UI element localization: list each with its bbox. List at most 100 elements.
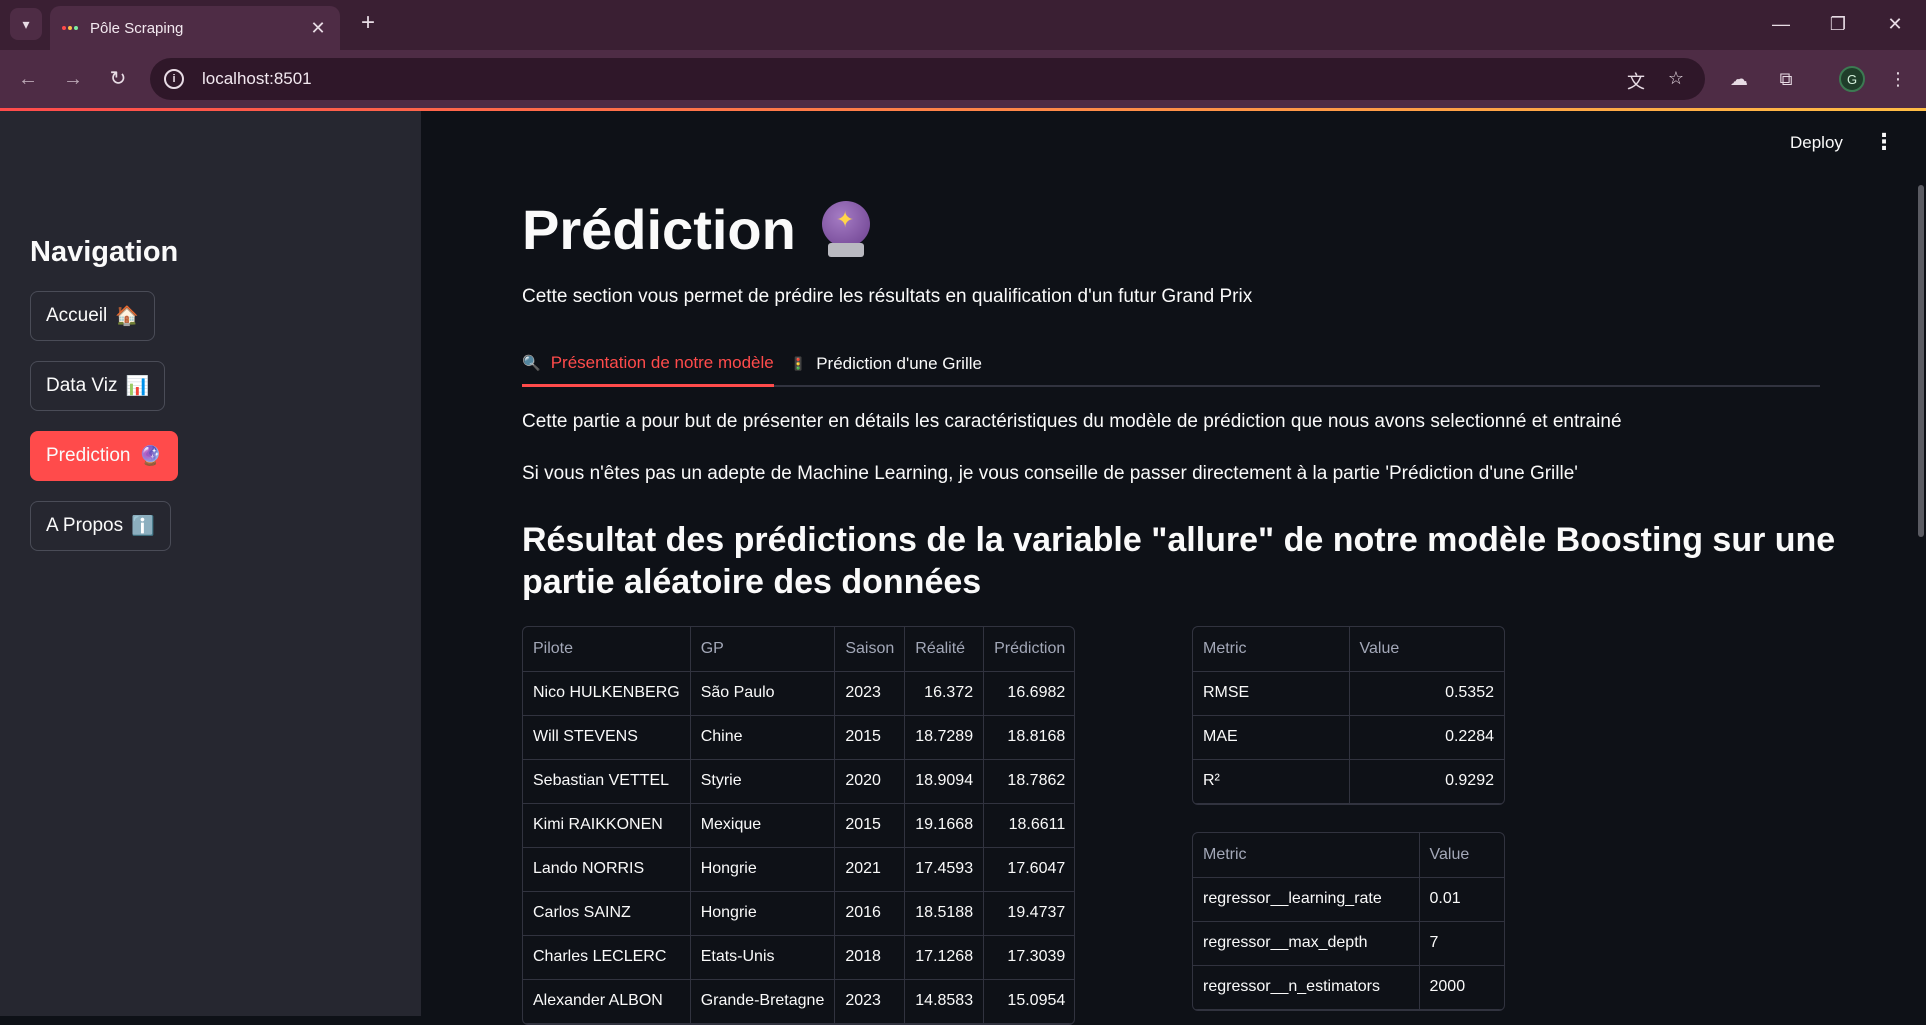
table-cell[interactable]: 2015 <box>834 715 906 760</box>
table-cell[interactable]: 18.7289 <box>904 715 985 760</box>
table-cell[interactable]: 2018 <box>834 935 906 980</box>
table-cell[interactable]: Etats-Unis <box>690 935 836 980</box>
nav-button-accueil[interactable]: Accueil 🏠 <box>30 291 155 341</box>
table-cell[interactable]: 18.8168 <box>983 715 1074 760</box>
table-cell[interactable]: 18.9094 <box>904 759 985 804</box>
table-row[interactable]: Lando NORRIS Hongrie 2021 17.4593 17.6047 <box>523 847 1074 892</box>
table-cell[interactable]: Lando NORRIS <box>523 847 691 892</box>
translate-icon[interactable]: 文 <box>1622 68 1650 92</box>
url-text[interactable]: localhost:8501 <box>202 69 312 89</box>
tab-presentation-modele[interactable]: 🔍 Présentation de notre modèle <box>522 341 774 387</box>
table-cell[interactable]: 15.0954 <box>983 979 1074 1024</box>
table-cell[interactable]: 16.372 <box>904 671 985 716</box>
table-cell[interactable]: Charles LECLERC <box>523 935 691 980</box>
back-icon[interactable]: ← <box>13 64 43 94</box>
table-row[interactable]: regressor__n_estimators 2000 <box>1193 965 1504 1010</box>
predictions-table[interactable]: Pilote GP Saison Réalité Prédiction Nico… <box>522 626 1075 1025</box>
table-cell[interactable]: 0.2284 <box>1349 715 1504 760</box>
column-header[interactable]: Value <box>1419 833 1504 878</box>
table-row[interactable]: MAE 0.2284 <box>1193 715 1504 760</box>
table-cell[interactable]: Styrie <box>690 759 836 804</box>
table-row[interactable]: Nico HULKENBERG São Paulo 2023 16.372 16.698… <box>523 671 1074 716</box>
table-row[interactable]: R² 0.9292 <box>1193 759 1504 804</box>
table-row[interactable]: regressor__learning_rate 0.01 <box>1193 877 1504 922</box>
table-cell[interactable]: 2016 <box>834 891 906 936</box>
table-cell[interactable]: regressor__learning_rate <box>1193 877 1420 922</box>
table-cell[interactable]: Hongrie <box>690 891 836 936</box>
table-cell[interactable]: 19.1668 <box>904 803 985 848</box>
table-cell[interactable]: 2015 <box>834 803 906 848</box>
forward-icon[interactable]: → <box>58 64 88 94</box>
table-cell[interactable]: regressor__max_depth <box>1193 921 1420 966</box>
column-header[interactable]: GP <box>690 627 836 672</box>
table-cell[interactable]: Alexander ALBON <box>523 979 691 1024</box>
restore-icon[interactable]: ❐ <box>1823 10 1853 38</box>
nav-button-data-viz[interactable]: Data Viz 📊 <box>30 361 166 411</box>
table-cell[interactable]: 18.5188 <box>904 891 985 936</box>
table-cell[interactable]: RMSE <box>1193 671 1350 716</box>
table-cell[interactable]: Sebastian VETTEL <box>523 759 691 804</box>
site-info-icon[interactable]: i <box>164 69 184 89</box>
hyperparameters-table[interactable]: Metric Value regressor__learning_rate 0.0… <box>1192 832 1505 1011</box>
table-cell[interactable]: 18.7862 <box>983 759 1074 804</box>
table-row[interactable]: Sebastian VETTEL Styrie 2020 18.9094 18.7862 <box>523 759 1074 804</box>
table-cell[interactable]: São Paulo <box>690 671 836 716</box>
table-cell[interactable]: 18.6611 <box>983 803 1074 848</box>
table-row[interactable]: Charles LECLERC Etats-Unis 2018 17.1268 17.3… <box>523 935 1074 980</box>
table-cell[interactable]: regressor__n_estimators <box>1193 965 1420 1010</box>
browser-menu-icon[interactable]: ⋮ <box>1884 65 1912 93</box>
new-tab-icon[interactable]: + <box>354 10 382 38</box>
main-menu-icon[interactable]: ⋮ <box>1873 129 1895 155</box>
table-cell[interactable]: 2023 <box>834 979 906 1024</box>
table-cell[interactable]: 16.6982 <box>983 671 1074 716</box>
table-cell[interactable]: 0.5352 <box>1349 671 1504 716</box>
table-cell[interactable]: 0.01 <box>1419 877 1504 922</box>
column-header[interactable]: Value <box>1349 627 1504 672</box>
table-row[interactable]: Carlos SAINZ Hongrie 2016 18.5188 19.4737 <box>523 891 1074 936</box>
extensions-puzzle-icon[interactable]: ⧉ <box>1772 65 1800 93</box>
table-cell[interactable]: MAE <box>1193 715 1350 760</box>
profile-avatar[interactable]: G <box>1839 66 1865 92</box>
table-cell[interactable]: Hongrie <box>690 847 836 892</box>
tab-search-button[interactable]: ▾ <box>10 8 42 40</box>
scrollbar-thumb[interactable] <box>1918 185 1924 537</box>
table-cell[interactable]: 2021 <box>834 847 906 892</box>
column-header[interactable]: Metric <box>1193 627 1350 672</box>
tab-prediction-grille[interactable]: 🚦 Prédiction d'une Grille <box>790 341 982 387</box>
table-cell[interactable]: Grande-Bretagne <box>690 979 836 1024</box>
browser-tab[interactable]: Pôle Scraping ✕ <box>50 6 340 50</box>
table-row[interactable]: Kimi RAIKKONEN Mexique 2015 19.1668 18.6611 <box>523 803 1074 848</box>
table-cell[interactable]: 7 <box>1419 921 1504 966</box>
table-cell[interactable]: 2020 <box>834 759 906 804</box>
table-cell[interactable]: 14.8583 <box>904 979 985 1024</box>
reload-icon[interactable]: ↻ <box>103 64 133 94</box>
column-header[interactable]: Saison <box>834 627 906 672</box>
column-header[interactable]: Metric <box>1193 833 1420 878</box>
nav-button-a-propos[interactable]: A Propos ℹ️ <box>30 501 171 551</box>
table-row[interactable]: RMSE 0.5352 <box>1193 671 1504 716</box>
column-header[interactable]: Réalité <box>904 627 985 672</box>
deploy-button[interactable]: Deploy <box>1790 133 1843 153</box>
table-cell[interactable]: R² <box>1193 759 1350 804</box>
bookmark-star-icon[interactable]: ☆ <box>1662 68 1690 92</box>
table-row[interactable]: regressor__max_depth 7 <box>1193 921 1504 966</box>
table-cell[interactable]: Kimi RAIKKONEN <box>523 803 691 848</box>
table-row[interactable]: Will STEVENS Chine 2015 18.7289 18.8168 <box>523 715 1074 760</box>
table-cell[interactable]: 17.1268 <box>904 935 985 980</box>
nav-button-prediction[interactable]: Prediction 🔮 <box>30 431 179 481</box>
table-cell[interactable]: Chine <box>690 715 836 760</box>
extension-icon[interactable]: ☁ <box>1725 65 1753 93</box>
metrics-table[interactable]: Metric Value RMSE 0.5352 MAE 0.2284 R² 0.9292 <box>1192 626 1505 805</box>
minimize-icon[interactable]: — <box>1766 10 1796 38</box>
table-cell[interactable]: 17.3039 <box>983 935 1074 980</box>
column-header[interactable]: Prédiction <box>983 627 1074 672</box>
table-cell[interactable]: 2023 <box>834 671 906 716</box>
table-cell[interactable]: 17.4593 <box>904 847 985 892</box>
table-cell[interactable]: 17.6047 <box>983 847 1074 892</box>
close-window-icon[interactable]: ✕ <box>1880 10 1910 38</box>
table-cell[interactable]: 2000 <box>1419 965 1504 1010</box>
table-cell[interactable]: Will STEVENS <box>523 715 691 760</box>
table-cell[interactable]: Carlos SAINZ <box>523 891 691 936</box>
table-cell[interactable]: Nico HULKENBERG <box>523 671 691 716</box>
address-bar[interactable]: i localhost:8501 文 ☆ <box>150 58 1705 100</box>
